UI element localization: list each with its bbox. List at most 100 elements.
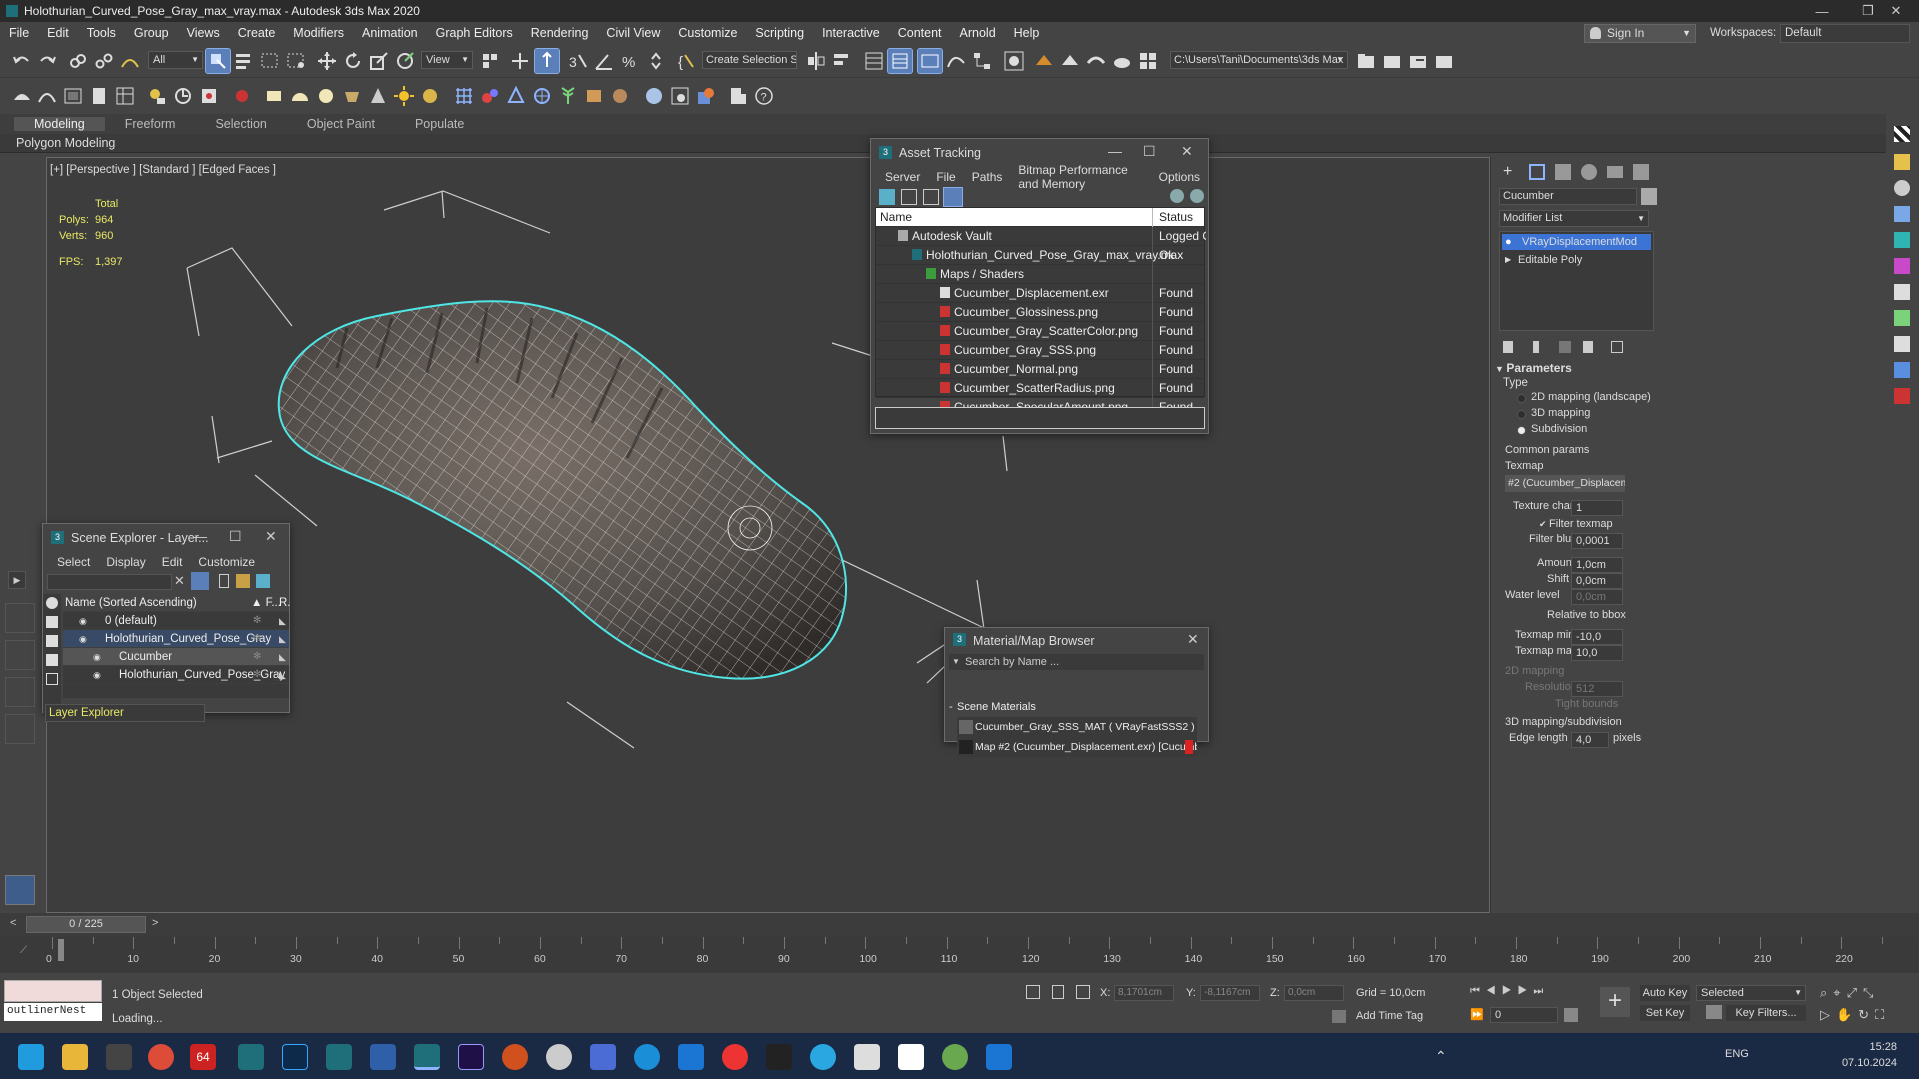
vray-sky-icon[interactable] [35, 84, 59, 108]
select-by-name-icon[interactable] [232, 49, 256, 73]
open-explorer-icon[interactable] [1380, 49, 1404, 73]
3dsmax-taskbar-icon[interactable] [238, 1044, 264, 1070]
search-app-icon[interactable] [546, 1044, 572, 1070]
selection-filter-dropdown[interactable]: All ▼ [148, 51, 203, 69]
app-blue-icon[interactable] [678, 1044, 704, 1070]
viewport-nav-controls-2[interactable]: ▷✋↻⛶ [1820, 1007, 1890, 1023]
texture-chan-spinner[interactable]: 1 [1571, 500, 1623, 516]
asset-row[interactable]: Cucumber_Glossiness.png Found [876, 303, 1204, 322]
ribbon-tab-object-paint[interactable]: Object Paint [287, 117, 395, 131]
curve-editor-mini-icon[interactable]: ⟋ [20, 945, 27, 956]
vray-sun-light-icon[interactable] [392, 84, 416, 108]
auto-key-button[interactable]: Auto Key [1640, 985, 1690, 1001]
table-view-icon[interactable] [923, 189, 939, 205]
vray-properties-icon[interactable] [113, 84, 137, 108]
align-icon[interactable] [830, 49, 854, 73]
scene-menu-select[interactable]: Select [49, 555, 98, 569]
modifier-list-dropdown[interactable]: Modifier List ▼ [1499, 210, 1649, 227]
shift-spinner[interactable]: 0,0cm [1571, 573, 1623, 589]
radio-3d-mapping[interactable] [1517, 410, 1526, 419]
menu-group[interactable]: Group [125, 26, 178, 40]
asset-row[interactable]: Cucumber_Gray_ScatterColor.png Found [876, 322, 1204, 341]
notes-icon[interactable] [370, 1044, 396, 1070]
redo-icon[interactable] [35, 49, 59, 73]
selection-lock-icon[interactable] [1052, 985, 1064, 999]
percent-snap-icon[interactable]: % [618, 49, 642, 73]
layer-explorer-icon[interactable] [887, 48, 913, 74]
time-slider-thumb[interactable]: 0 / 225 [26, 916, 146, 933]
maximize-icon[interactable]: ☐ [1143, 143, 1156, 160]
box-icon[interactable] [1894, 284, 1910, 300]
scene-tree-row[interactable]: ◉ Holothurian_Curved_Pose_Gray ✻ ◣ [63, 630, 289, 648]
vray-ipr-icon[interactable] [726, 84, 750, 108]
edge-length-spinner[interactable]: 4,0 [1571, 732, 1609, 748]
vray-dome-light-icon[interactable] [288, 84, 312, 108]
ribbon-tab-freeform[interactable]: Freeform [105, 117, 196, 131]
app-g-icon[interactable] [502, 1044, 528, 1070]
file-explorer-icon[interactable] [62, 1044, 88, 1070]
tight-bounds-checkbox[interactable]: Tight bounds [1555, 698, 1618, 710]
about-icon[interactable] [1190, 189, 1204, 203]
vray-volume-grid-icon[interactable] [530, 84, 554, 108]
render-icon[interactable]: ◣ [279, 666, 286, 684]
render-icon[interactable]: ◣ [279, 630, 286, 648]
vray-scene-converter-icon[interactable] [171, 84, 195, 108]
modify-tab-icon[interactable] [1529, 164, 1545, 180]
vray-plane-light-icon[interactable] [262, 84, 286, 108]
key-filter-icon[interactable] [1706, 1005, 1722, 1019]
move-icon[interactable] [315, 49, 339, 73]
vray-ambient-light-icon[interactable] [418, 84, 442, 108]
maximize-icon[interactable]: ☐ [229, 528, 242, 545]
stack-item-vray-displacement[interactable]: ● VRayDisplacementMod [1502, 234, 1651, 250]
app-camera-icon[interactable] [986, 1044, 1012, 1070]
layer-icon[interactable] [1894, 206, 1910, 222]
unlink-icon[interactable] [92, 49, 116, 73]
viewport-layout-3-icon[interactable] [5, 677, 35, 707]
ribbon-tab-modeling[interactable]: Modeling [14, 117, 105, 131]
freeze-icon[interactable]: ✻ [253, 612, 261, 630]
photoshop-icon[interactable] [282, 1044, 308, 1070]
utilities-tab-icon[interactable] [1633, 164, 1649, 180]
display-lights-icon[interactable] [46, 635, 58, 647]
layers-icon[interactable] [256, 574, 270, 588]
container-icon[interactable] [1406, 49, 1430, 73]
yandex-icon[interactable] [722, 1044, 748, 1070]
viewport-nav-controls[interactable]: ⌕⌖⤢⤡ [1820, 985, 1879, 1001]
eye-icon[interactable]: ● [1505, 234, 1512, 250]
snaps-toggle-icon[interactable]: 3 [566, 49, 590, 73]
display-helpers-icon[interactable] [46, 673, 58, 685]
y-coordinate[interactable]: -8,1167cm [1200, 985, 1260, 1001]
vray-sphere-light-icon[interactable] [314, 84, 338, 108]
viewport-layout-1-icon[interactable] [5, 603, 35, 633]
object-name-field[interactable]: Cucumber [1499, 188, 1637, 205]
display-geometry-icon[interactable] [46, 616, 58, 628]
stack-item-editable-poly[interactable]: ▶ Editable Poly [1502, 252, 1651, 268]
prev-frame-icon[interactable]: < [10, 917, 16, 929]
vray-plane-icon[interactable] [504, 84, 528, 108]
filter-texmap-checkbox[interactable]: ✔ Filter texmap [1539, 518, 1613, 530]
angle-snap-icon[interactable] [592, 49, 616, 73]
close-icon[interactable]: ✕ [1181, 143, 1193, 160]
clock-time[interactable]: 15:28 [1842, 1041, 1897, 1053]
map-item[interactable]: Map #2 (Cucumber_Displacement.exr) [Cucu… [957, 737, 1197, 757]
menu-tools[interactable]: Tools [78, 26, 125, 40]
resolution-spinner[interactable]: 512 [1571, 681, 1623, 697]
pivot-center-icon[interactable] [478, 49, 502, 73]
keyboard-shortcut-override-icon[interactable] [534, 48, 560, 74]
filter-icon[interactable] [191, 572, 209, 590]
clock-date[interactable]: 07.10.2024 [1830, 1057, 1897, 1069]
task-view-icon[interactable] [106, 1044, 132, 1070]
ribbon-toggle-icon[interactable] [917, 48, 943, 74]
app-64-icon[interactable]: 64 [190, 1044, 216, 1070]
utorrent-icon[interactable] [942, 1044, 968, 1070]
scene-menu-edit[interactable]: Edit [154, 555, 191, 569]
render-icon[interactable]: ◣ [279, 612, 286, 630]
grid-icon[interactable] [1894, 232, 1910, 248]
chrome-icon[interactable] [148, 1044, 174, 1070]
sphere-icon[interactable] [1894, 180, 1910, 196]
refresh-icon[interactable] [879, 189, 895, 205]
viewport-layout-4-icon[interactable] [5, 714, 35, 744]
remove-modifier-icon[interactable] [1583, 341, 1593, 353]
place-icon[interactable] [393, 49, 417, 73]
rotate-icon[interactable] [341, 49, 365, 73]
